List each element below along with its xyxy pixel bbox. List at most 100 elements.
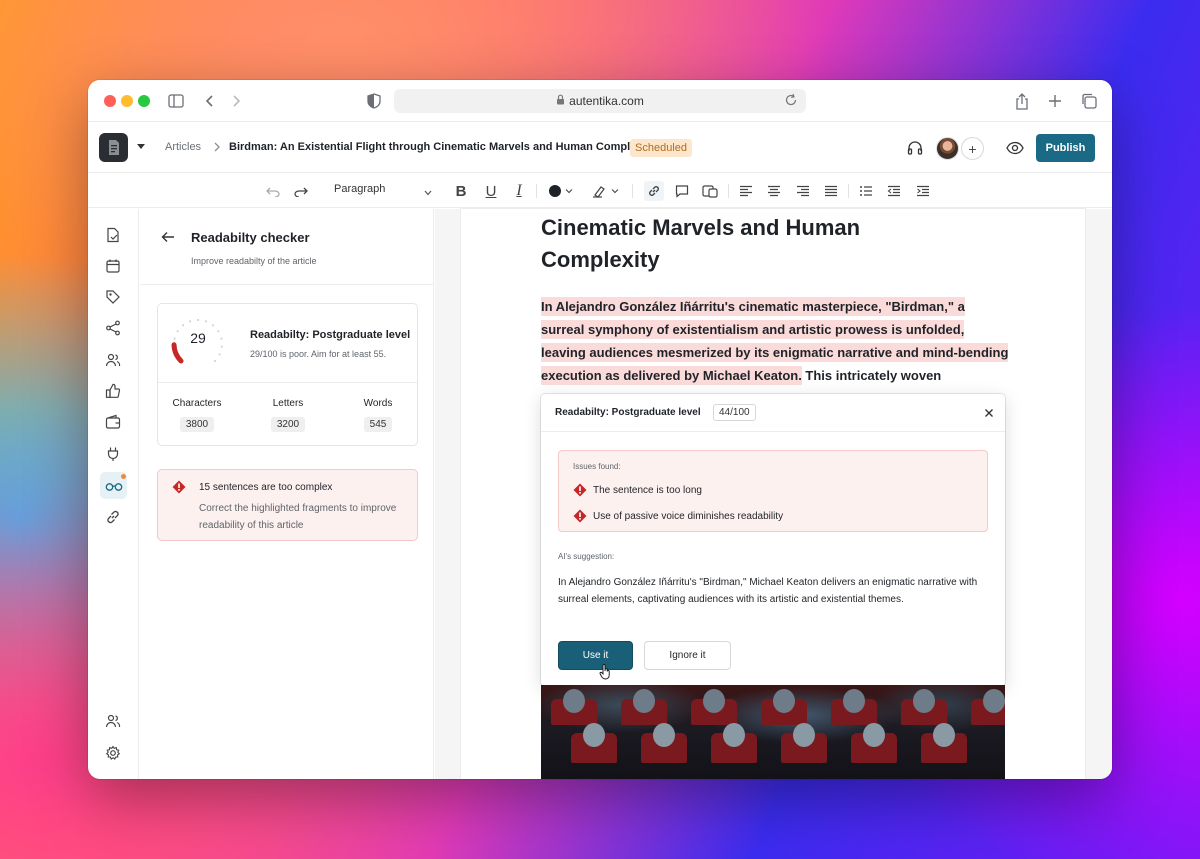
undo-icon[interactable] xyxy=(264,182,282,200)
close-window-button[interactable] xyxy=(104,95,116,107)
align-left-icon[interactable] xyxy=(737,182,755,200)
issue-item: Use of passive voice diminishes readabil… xyxy=(593,511,784,522)
bullet-list-icon[interactable] xyxy=(857,182,875,200)
link-icon[interactable] xyxy=(104,508,122,526)
text-color-icon[interactable] xyxy=(546,182,564,200)
highlighter-icon[interactable] xyxy=(591,182,609,200)
outdent-icon[interactable] xyxy=(885,182,903,200)
indent-icon[interactable] xyxy=(914,182,932,200)
readability-panel: Readabilty checker Improve readabilty of… xyxy=(140,209,434,779)
address-bar[interactable]: autentika.com xyxy=(394,89,806,113)
workspace-dropdown-icon[interactable] xyxy=(137,144,145,149)
align-right-icon[interactable] xyxy=(794,182,812,200)
image-media-icon[interactable] xyxy=(701,182,719,200)
avatar[interactable] xyxy=(936,137,959,160)
tag-icon[interactable] xyxy=(104,288,122,306)
back-icon[interactable] xyxy=(200,91,220,111)
audience-head-shape xyxy=(653,723,675,747)
stat-value: 3800 xyxy=(179,417,215,432)
url-text: autentika.com xyxy=(569,94,644,108)
sidebar-toggle-icon[interactable] xyxy=(166,91,186,111)
document-check-icon[interactable] xyxy=(104,226,122,244)
team-icon[interactable] xyxy=(104,712,122,730)
toolbar-divider xyxy=(632,184,633,198)
panel-subtitle: Improve readabilty of the article xyxy=(191,256,317,266)
minimize-window-button[interactable] xyxy=(121,95,133,107)
readability-suggestion-popup: Readabilty: Postgraduate level 44/100 Is… xyxy=(541,394,1005,686)
wallet-icon[interactable] xyxy=(104,413,122,431)
warning-icon xyxy=(573,483,587,497)
maximize-window-button[interactable] xyxy=(138,95,150,107)
chevron-down-icon[interactable] xyxy=(564,182,574,200)
italic-icon[interactable]: I xyxy=(510,182,528,200)
users-icon[interactable] xyxy=(104,351,122,369)
close-icon[interactable] xyxy=(983,406,995,418)
toolbar-divider xyxy=(728,184,729,198)
reload-icon[interactable] xyxy=(784,93,800,109)
alert-title: 15 sentences are too complex xyxy=(199,482,333,493)
issues-found-box: Issues found: The sentence is too long U… xyxy=(558,450,988,532)
audience-head-shape xyxy=(773,689,795,713)
plug-icon[interactable] xyxy=(104,445,122,463)
link-icon[interactable] xyxy=(644,181,664,201)
shield-icon[interactable] xyxy=(364,91,384,111)
readability-level: Readabilty: Postgraduate level xyxy=(250,329,411,341)
popup-score-badge: 44/100 xyxy=(713,404,756,421)
audience-head-shape xyxy=(723,723,745,747)
calendar-icon[interactable] xyxy=(104,257,122,275)
readability-glasses-icon[interactable] xyxy=(100,472,127,499)
article-paragraph[interactable]: In Alejandro González Iñárritu's cinemat… xyxy=(541,295,1011,387)
notification-dot xyxy=(121,474,126,479)
tabs-overview-icon[interactable] xyxy=(1079,91,1099,111)
redo-icon[interactable] xyxy=(292,182,310,200)
ignore-it-button[interactable]: Ignore it xyxy=(644,641,731,670)
bold-icon[interactable]: B xyxy=(452,182,470,200)
panel-header: Readabilty checker Improve readabilty of… xyxy=(140,209,433,285)
stat-words: Words 545 xyxy=(358,398,398,432)
popup-level: Readabilty: Postgraduate level xyxy=(555,407,701,418)
align-center-icon[interactable] xyxy=(765,182,783,200)
audience-head-shape xyxy=(793,723,815,747)
thumbs-up-icon[interactable] xyxy=(104,382,122,400)
browser-window: autentika.com Articles Birdman: An Exist… xyxy=(88,80,1112,779)
settings-gear-icon[interactable] xyxy=(104,744,122,762)
breadcrumb-articles[interactable]: Articles xyxy=(165,141,201,153)
use-it-button[interactable]: Use it xyxy=(558,641,633,670)
block-style-select[interactable]: Paragraph xyxy=(334,183,434,195)
panel-title: Readabilty checker xyxy=(191,230,310,245)
formatting-toolbar: Paragraph B U I xyxy=(88,174,1112,208)
cinema-audience-image xyxy=(541,685,1005,779)
headphones-icon[interactable] xyxy=(907,140,923,156)
popup-header: Readabilty: Postgraduate level 44/100 xyxy=(541,394,1005,432)
comment-icon[interactable] xyxy=(673,182,691,200)
forward-icon[interactable] xyxy=(226,91,246,111)
paragraph-text: This intricately woven xyxy=(801,368,942,383)
add-collaborator-button[interactable]: + xyxy=(961,137,984,160)
publish-button[interactable]: Publish xyxy=(1036,134,1095,162)
app-logo-icon[interactable] xyxy=(99,133,128,162)
score-value: 29 xyxy=(190,330,206,346)
audience-head-shape xyxy=(583,723,605,747)
toolbar-divider xyxy=(536,184,537,198)
back-arrow-icon[interactable] xyxy=(161,230,175,244)
warning-icon xyxy=(573,509,587,523)
issue-item: The sentence is too long xyxy=(593,485,702,496)
share-nodes-icon[interactable] xyxy=(104,319,122,337)
audience-head-shape xyxy=(983,689,1005,713)
preview-eye-icon[interactable] xyxy=(1006,140,1024,156)
stat-value: 3200 xyxy=(270,417,306,432)
complex-sentences-alert[interactable]: 15 sentences are too complex Correct the… xyxy=(157,469,418,541)
score-card: 29 Readabilty: Postgraduate level 29/100… xyxy=(157,303,418,446)
underline-icon[interactable]: U xyxy=(482,182,500,200)
share-icon[interactable] xyxy=(1012,91,1032,111)
align-justify-icon[interactable] xyxy=(822,182,840,200)
audience-head-shape xyxy=(933,723,955,747)
chevron-down-icon[interactable] xyxy=(610,182,620,200)
article-title: Birdman: An Existential Flight through C… xyxy=(229,141,656,153)
hand-cursor-icon xyxy=(599,664,610,680)
article-heading[interactable]: Cinematic Marvels and Human Complexity xyxy=(541,212,961,276)
stat-label: Words xyxy=(363,398,393,409)
gauge-progress-arc xyxy=(171,342,184,364)
new-tab-icon[interactable] xyxy=(1045,91,1065,111)
gauge-tick xyxy=(218,353,221,356)
